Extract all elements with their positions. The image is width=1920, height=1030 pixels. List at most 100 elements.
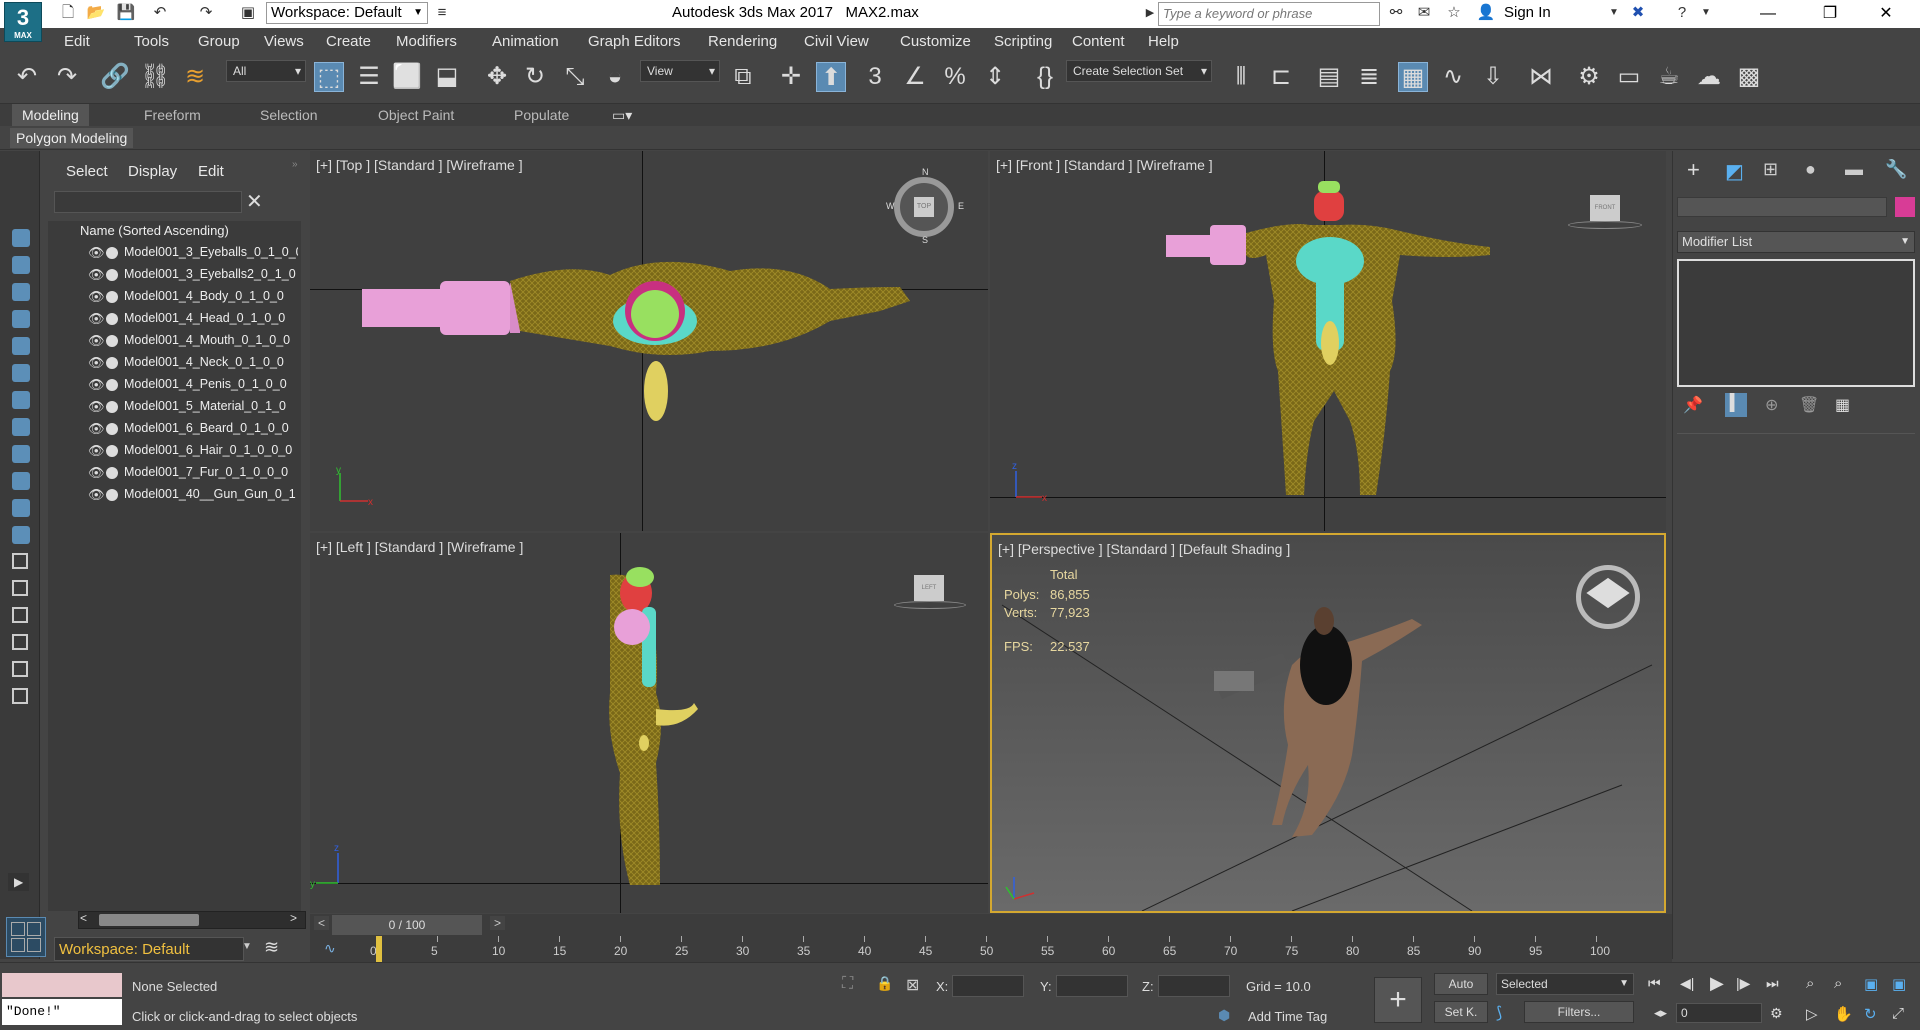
groups-filter-icon[interactable] — [12, 391, 30, 409]
workspace-selector[interactable]: Workspace: Default — [54, 937, 244, 961]
expand-panel-icon[interactable]: ▶ — [8, 873, 30, 891]
z-coordinate-field[interactable] — [1158, 975, 1230, 997]
app-logo[interactable]: 3 MAX — [4, 2, 42, 42]
field-of-view-icon[interactable]: ▷ — [1806, 1005, 1818, 1023]
menu-item-animation[interactable]: Animation — [492, 33, 559, 50]
zoom-icon[interactable]: ⌕ — [1806, 975, 1814, 992]
render-iterative-icon[interactable]: ▩ — [1734, 62, 1764, 92]
open-file-icon[interactable]: 📂 — [86, 4, 106, 22]
bones-filter-icon[interactable] — [12, 445, 30, 463]
list-item[interactable]: 👁 Model001_4_Body_0_1_0_0 — [76, 287, 298, 307]
object-type-icon[interactable] — [106, 379, 118, 391]
mirror-icon[interactable]: ⫴ — [1226, 62, 1256, 92]
spinner-snap-icon[interactable]: ⇕ — [980, 62, 1010, 92]
favorites-star-icon[interactable]: ☆ — [1444, 4, 1464, 22]
workspace-dropdown[interactable]: Workspace: Default ▼ — [266, 2, 428, 24]
material-editor-icon[interactable]: ⚙ — [1574, 62, 1604, 92]
viewport-layout-icon[interactable] — [6, 917, 46, 957]
menu-item-create[interactable]: Create — [326, 33, 371, 50]
percent-snap-icon[interactable]: % — [940, 62, 970, 92]
clear-search-icon[interactable]: ✕ — [246, 189, 263, 214]
close-button[interactable]: ✕ — [1862, 2, 1910, 26]
visibility-eye-icon[interactable]: 👁 — [88, 487, 105, 503]
lights-filter-icon[interactable] — [12, 283, 30, 301]
object-type-icon[interactable] — [106, 445, 118, 457]
object-type-icon[interactable] — [106, 247, 118, 259]
exchange-apps-icon[interactable]: ✖ — [1628, 4, 1648, 22]
object-type-icon[interactable] — [106, 423, 118, 435]
name-column-header[interactable]: Name (Sorted Ascending) — [80, 223, 229, 238]
time-slider[interactable]: < 0 / 100 > — [310, 914, 1672, 936]
redo-icon[interactable]: ↷ — [52, 62, 82, 92]
scroll-right-icon[interactable]: > — [290, 911, 297, 925]
viewcube-ring[interactable] — [894, 601, 966, 609]
collapse-icon[interactable] — [12, 688, 28, 704]
mini-curve-editor-icon[interactable]: ∿ — [324, 940, 336, 957]
new-file-icon[interactable]: 🗋 — [58, 4, 78, 22]
workspace-menu-icon[interactable]: ≡ — [432, 4, 452, 22]
pin-stack-icon[interactable]: 📌 — [1683, 395, 1703, 415]
angle-snap-icon[interactable]: ∠ — [900, 62, 930, 92]
list-item[interactable]: 👁 Model001_6_Beard_0_1_0_0 — [76, 419, 298, 439]
unlink-selection-icon[interactable]: ⛓ — [140, 62, 170, 92]
chevron-down-icon[interactable]: ▼ — [242, 941, 252, 952]
object-type-icon[interactable] — [106, 467, 118, 479]
add-time-tag-button[interactable]: Add Time Tag — [1248, 1009, 1327, 1024]
go-to-start-icon[interactable]: ⏮ — [1648, 975, 1661, 992]
object-type-icon[interactable] — [106, 335, 118, 347]
visibility-eye-icon[interactable]: 👁 — [88, 289, 105, 305]
render-setup-icon[interactable]: ▭ — [1614, 62, 1644, 92]
next-frame-icon[interactable]: |▶ — [1736, 975, 1750, 992]
go-to-end-icon[interactable]: ⏭ — [1766, 975, 1779, 992]
display-none-icon[interactable] — [12, 580, 28, 596]
rotate-icon[interactable]: ↻ — [520, 62, 550, 92]
set-key-button[interactable]: + — [1374, 977, 1422, 1023]
funnel-icon[interactable] — [12, 661, 28, 677]
set-key-mode-button[interactable]: Set K. — [1434, 1001, 1488, 1023]
expand-arrow-icon[interactable]: ▶ — [1140, 4, 1160, 22]
menu-item-tools[interactable]: Tools — [134, 33, 169, 50]
space-warps-filter-icon[interactable] — [12, 364, 30, 382]
time-slider-thumb[interactable]: 0 / 100 — [332, 915, 482, 935]
menu-item-graph-editors[interactable]: Graph Editors — [588, 33, 681, 50]
pivot-center-icon[interactable]: ⧉ — [728, 62, 758, 92]
list-item[interactable]: 👁 Model001_40__Gun_Gun_0_1 — [76, 485, 298, 505]
placement-icon[interactable]: ◒ — [600, 62, 630, 92]
geometry-filter-icon[interactable] — [12, 229, 30, 247]
tab-object-paint[interactable]: Object Paint — [378, 107, 454, 123]
make-unique-icon[interactable]: ⊕ — [1765, 395, 1778, 415]
visibility-eye-icon[interactable]: 👁 — [88, 443, 105, 459]
current-frame-marker[interactable] — [376, 936, 382, 962]
remove-modifier-icon[interactable]: 🗑 — [1799, 395, 1819, 415]
select-by-name-icon[interactable]: ☰ — [354, 62, 384, 92]
visibility-eye-icon[interactable]: 👁 — [88, 311, 105, 327]
menu-item-help[interactable]: Help — [1148, 33, 1179, 50]
auto-key-button[interactable]: Auto — [1434, 973, 1488, 995]
object-color-swatch[interactable] — [1895, 197, 1915, 217]
list-item[interactable]: 👁 Model001_4_Neck_0_1_0_0 — [76, 353, 298, 373]
menu-item-modifiers[interactable]: Modifiers — [396, 33, 457, 50]
layers-toggle-icon[interactable]: ≋ — [264, 937, 279, 958]
explorer-search-input[interactable] — [54, 191, 242, 213]
filter-icon[interactable] — [12, 634, 28, 650]
tab-populate[interactable]: Populate — [514, 107, 569, 123]
zoom-extents-all-icon[interactable]: ▣ — [1892, 975, 1906, 993]
list-item[interactable]: 👁 Model001_4_Head_0_1_0_0 — [76, 309, 298, 329]
visibility-eye-icon[interactable]: 👁 — [88, 421, 105, 437]
menu-item-scripting[interactable]: Scripting — [994, 33, 1052, 50]
time-tag-icon[interactable]: ⬢ — [1218, 1007, 1230, 1024]
containers-filter-icon[interactable] — [12, 472, 30, 490]
visibility-eye-icon[interactable]: 👁 — [88, 465, 105, 481]
keyboard-shortcut-override-icon[interactable]: ⬆ — [816, 62, 846, 92]
invert-display-icon[interactable] — [12, 607, 28, 623]
viewcube-ring[interactable] — [1568, 221, 1642, 229]
user-icon[interactable]: 👤 — [1476, 4, 1496, 22]
polygon-modeling-panel[interactable]: Polygon Modeling — [10, 128, 134, 148]
help-icon[interactable]: ? — [1672, 4, 1692, 22]
minimize-button[interactable]: — — [1744, 2, 1792, 26]
zoom-extents-icon[interactable]: ▣ — [1864, 975, 1878, 993]
list-item[interactable]: 👁 Model001_4_Mouth_0_1_0_0 — [76, 331, 298, 351]
visibility-eye-icon[interactable]: 👁 — [88, 333, 105, 349]
frozen-filter-icon[interactable] — [12, 499, 30, 517]
list-item[interactable]: 👁 Model001_5_Material_0_1_0 — [76, 397, 298, 417]
